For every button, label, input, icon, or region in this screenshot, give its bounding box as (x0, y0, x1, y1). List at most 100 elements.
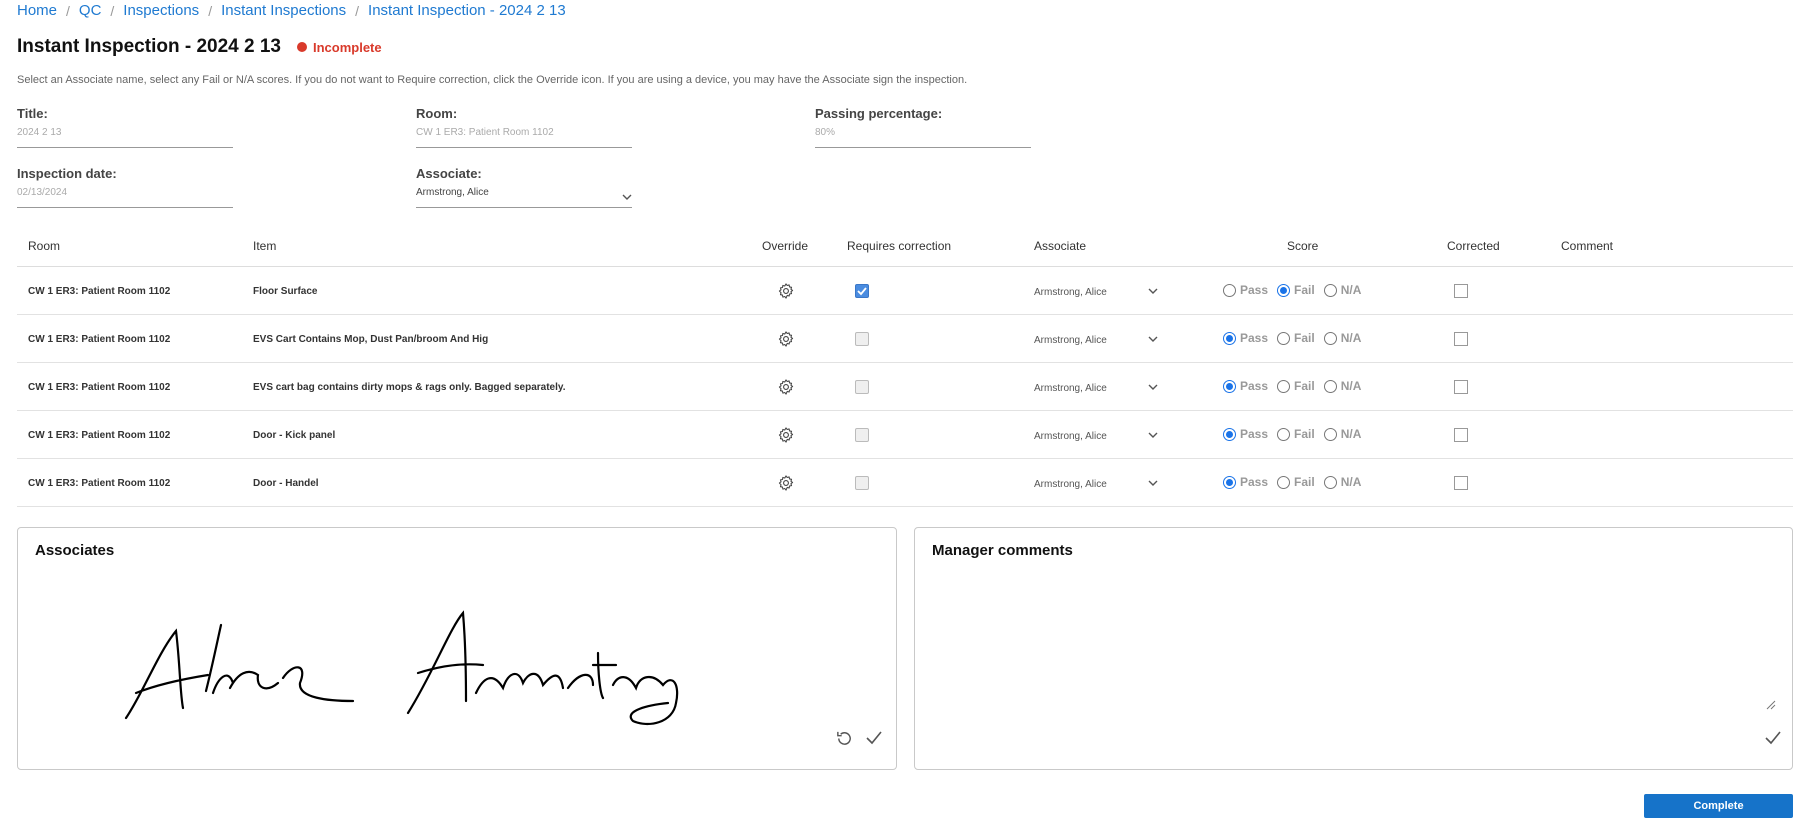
corrected-checkbox[interactable] (1454, 332, 1468, 346)
breadcrumb-instant-inspections[interactable]: Instant Inspections (221, 2, 346, 19)
score-na-radio[interactable]: N/A (1323, 379, 1361, 393)
override-gear-icon[interactable] (777, 282, 795, 300)
score-pass-label: Pass (1240, 331, 1269, 345)
chevron-down-icon[interactable] (1148, 286, 1158, 297)
score-pass-radio[interactable]: Pass (1223, 331, 1268, 345)
radio-circle[interactable] (1323, 379, 1337, 393)
score-radio-group: Pass Fail N/A (1223, 283, 1370, 297)
radio-circle[interactable] (1223, 283, 1236, 297)
breadcrumb-current[interactable]: Instant Inspection - 2024 2 13 (368, 2, 566, 19)
breadcrumb-qc[interactable]: QC (79, 2, 102, 19)
room-field: Room: CW 1 ER3: Patient Room 1102 (416, 106, 632, 148)
radio-circle[interactable] (1277, 283, 1291, 297)
breadcrumb-inspections[interactable]: Inspections (123, 2, 199, 19)
radio-circle[interactable] (1277, 331, 1291, 345)
row-room: CW 1 ER3: Patient Room 1102 (28, 430, 171, 441)
table-row: CW 1 ER3: Patient Room 1102 Floor Surface… (17, 267, 1793, 315)
row-associate-select[interactable]: Armstrong, Alice (1034, 479, 1107, 490)
corrected-checkbox[interactable] (1454, 380, 1468, 394)
breadcrumb-home[interactable]: Home (17, 2, 57, 19)
row-associate-select[interactable]: Armstrong, Alice (1034, 287, 1107, 298)
row-item: Floor Surface (253, 286, 318, 297)
score-pass-label: Pass (1240, 475, 1269, 489)
passing-percentage-input[interactable]: 80% (815, 127, 1031, 148)
requires-correction-checkbox[interactable] (855, 476, 869, 490)
room-input[interactable]: CW 1 ER3: Patient Room 1102 (416, 127, 632, 148)
score-fail-radio[interactable]: Fail (1277, 427, 1315, 441)
score-fail-label: Fail (1294, 283, 1315, 297)
associate-select[interactable]: Armstrong, Alice (416, 187, 632, 208)
confirm-comments-icon[interactable] (1764, 730, 1782, 746)
requires-correction-checkbox[interactable] (855, 380, 869, 394)
reset-signature-icon[interactable] (835, 729, 854, 748)
corrected-checkbox[interactable] (1454, 284, 1468, 298)
status-badge: Incomplete (296, 40, 382, 55)
row-associate-select[interactable]: Armstrong, Alice (1034, 431, 1107, 442)
requires-correction-checkbox[interactable] (855, 428, 869, 442)
override-gear-icon[interactable] (777, 330, 795, 348)
score-fail-radio[interactable]: Fail (1277, 283, 1315, 297)
row-room: CW 1 ER3: Patient Room 1102 (28, 478, 171, 489)
score-fail-radio[interactable]: Fail (1277, 331, 1315, 345)
radio-circle[interactable] (1223, 427, 1236, 441)
override-gear-icon[interactable] (777, 426, 795, 444)
title-input[interactable]: 2024 2 13 (17, 127, 233, 148)
row-room: CW 1 ER3: Patient Room 1102 (28, 334, 171, 345)
radio-circle[interactable] (1223, 331, 1236, 345)
override-gear-icon[interactable] (777, 474, 795, 492)
breadcrumb-separator: / (110, 2, 115, 19)
chevron-down-icon[interactable] (1148, 478, 1158, 489)
chevron-down-icon[interactable] (1148, 382, 1158, 393)
associate-select-value: Armstrong, Alice (416, 187, 489, 198)
score-fail-label: Fail (1294, 379, 1315, 393)
radio-circle[interactable] (1223, 475, 1236, 489)
score-radio-group: Pass Fail N/A (1223, 379, 1370, 393)
score-na-radio[interactable]: N/A (1323, 331, 1361, 345)
score-na-radio[interactable]: N/A (1323, 427, 1362, 441)
radio-circle[interactable] (1223, 379, 1236, 393)
header-score: Score (1287, 239, 1319, 253)
requires-correction-checkbox[interactable] (855, 332, 869, 346)
score-na-radio[interactable]: N/A (1323, 475, 1362, 489)
override-gear-icon[interactable] (777, 378, 795, 396)
corrected-checkbox[interactable] (1454, 476, 1468, 490)
score-pass-radio[interactable]: Pass (1223, 475, 1268, 489)
radio-circle[interactable] (1323, 475, 1337, 489)
radio-circle[interactable] (1277, 379, 1291, 393)
requires-correction-checkbox[interactable] (855, 284, 869, 298)
score-na-label: N/A (1340, 475, 1362, 489)
title-row: Instant Inspection - 2024 2 13 Incomplet… (17, 36, 382, 58)
resize-handle-icon[interactable] (1766, 700, 1776, 710)
score-pass-radio[interactable]: Pass (1223, 427, 1268, 441)
radio-circle[interactable] (1323, 283, 1337, 297)
inspection-date-input[interactable]: 02/13/2024 (17, 187, 233, 208)
manager-comments-title: Manager comments (932, 542, 1073, 559)
chevron-down-icon[interactable] (1148, 334, 1158, 345)
score-na-radio[interactable]: N/A (1323, 283, 1362, 297)
score-pass-radio[interactable]: Pass (1223, 379, 1268, 393)
complete-button[interactable]: Complete (1644, 794, 1793, 818)
score-na-label: N/A (1340, 427, 1362, 441)
score-pass-radio[interactable]: Pass (1223, 283, 1268, 297)
radio-circle[interactable] (1323, 331, 1337, 345)
row-item: Door - Kick panel (253, 430, 336, 441)
manager-comments-textarea[interactable] (929, 572, 1779, 732)
score-fail-radio[interactable]: Fail (1277, 379, 1315, 393)
associate-signature[interactable] (88, 593, 728, 733)
row-room: CW 1 ER3: Patient Room 1102 (28, 286, 171, 297)
radio-circle[interactable] (1277, 427, 1291, 441)
score-pass-label: Pass (1240, 379, 1269, 393)
row-associate-select[interactable]: Armstrong, Alice (1034, 335, 1107, 346)
chevron-down-icon[interactable] (1148, 430, 1158, 441)
radio-circle[interactable] (1323, 427, 1337, 441)
corrected-checkbox[interactable] (1454, 428, 1468, 442)
page-title: Instant Inspection - 2024 2 13 (17, 36, 281, 57)
score-fail-label: Fail (1294, 427, 1315, 441)
table-body: CW 1 ER3: Patient Room 1102 Floor Surface… (17, 267, 1793, 507)
score-fail-radio[interactable]: Fail (1277, 475, 1315, 489)
breadcrumb: Home / QC / Inspections / Instant Inspec… (17, 2, 566, 19)
radio-circle[interactable] (1277, 475, 1291, 489)
confirm-signature-icon[interactable] (865, 730, 883, 746)
score-na-label: N/A (1340, 283, 1362, 297)
row-associate-select[interactable]: Armstrong, Alice (1034, 383, 1107, 394)
